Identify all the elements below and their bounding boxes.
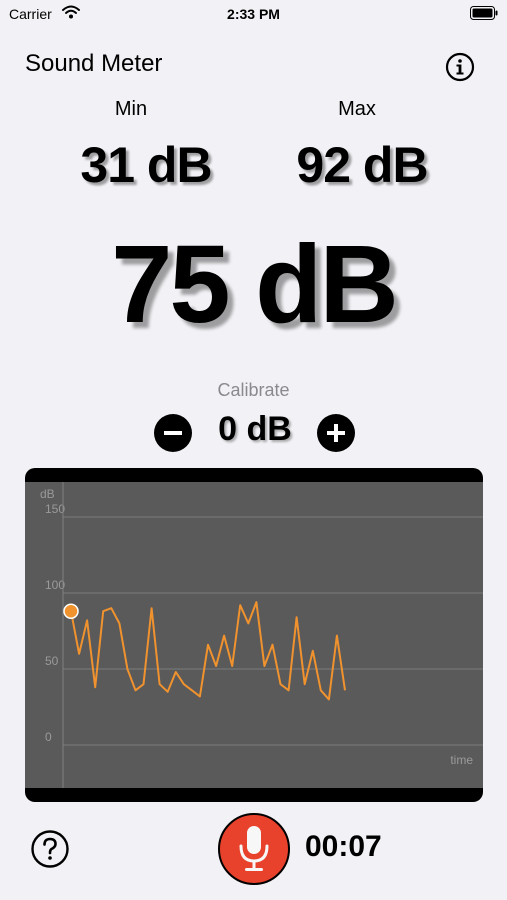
- record-button[interactable]: [217, 812, 291, 886]
- current-level: 75 dB: [111, 223, 399, 346]
- elapsed-timer: 00:07: [305, 830, 382, 863]
- series-start-point: [63, 603, 79, 619]
- calibrate-value: 0 dB: [218, 410, 292, 448]
- decibel-chart: 0 50 100 150 dB time: [25, 468, 483, 802]
- status-bar: Carrier 2:33 PM: [0, 0, 507, 30]
- calibrate-decrease-button[interactable]: [153, 413, 193, 453]
- page-title: Sound Meter: [25, 50, 163, 77]
- y-axis-label: dB: [40, 487, 55, 501]
- status-time: 2:33 PM: [227, 6, 280, 22]
- decibel-chart-svg: 0 50 100 150 dB time: [25, 468, 483, 802]
- y-tick-label: 50: [45, 654, 59, 668]
- info-button[interactable]: [445, 52, 475, 82]
- max-value: 92 dB: [296, 137, 428, 193]
- max-label: Max: [338, 98, 376, 120]
- x-axis-label: time: [450, 753, 473, 767]
- y-tick-label: 100: [45, 578, 65, 592]
- minus-circle-icon: [154, 414, 192, 452]
- chart-plot-area: [25, 482, 483, 788]
- min-value: 31 dB: [80, 137, 212, 193]
- microphone-icon: [218, 813, 290, 885]
- plus-circle-icon: [317, 414, 355, 452]
- question-circle-icon: [31, 830, 69, 868]
- y-tick-label: 0: [45, 730, 52, 744]
- battery-icon: [470, 6, 498, 25]
- info-icon: [445, 52, 475, 82]
- calibrate-increase-button[interactable]: [316, 413, 356, 453]
- help-button[interactable]: [30, 829, 70, 869]
- min-label: Min: [114, 98, 148, 120]
- calibrate-label: Calibrate: [217, 380, 290, 400]
- y-tick-label: 150: [45, 502, 65, 516]
